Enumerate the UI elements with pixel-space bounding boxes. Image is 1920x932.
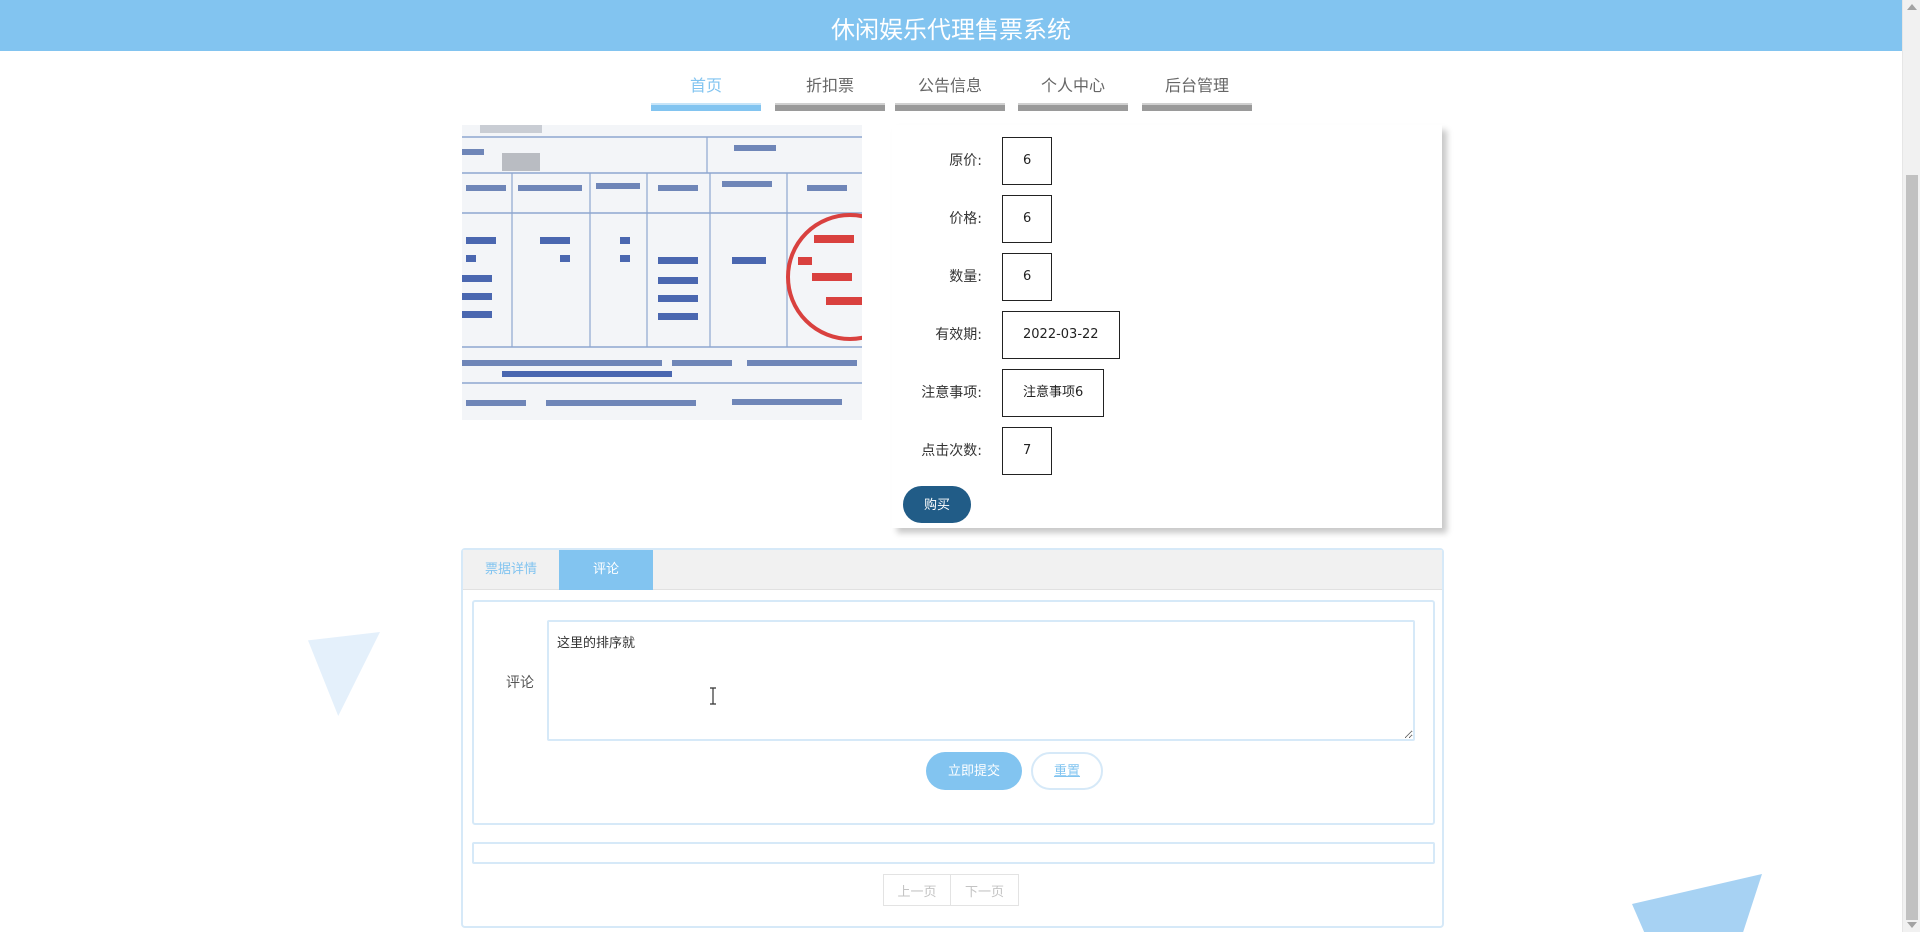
- comment-list: [472, 842, 1435, 864]
- nav-item-underline: [895, 103, 1005, 111]
- next-page-button[interactable]: 下一页: [951, 874, 1019, 906]
- comment-label: 评论: [506, 675, 534, 691]
- nav-item-announcements[interactable]: 公告信息: [895, 71, 1005, 111]
- field-value: 2022-03-22: [1002, 311, 1120, 359]
- page-viewport: 休闲娱乐代理售票系统 首页 折扣票 公告信息 个人中心 后台管理 原价: 6 价…: [0, 0, 1902, 932]
- nav-item-label: 后台管理: [1164, 76, 1229, 95]
- field-quantity: 数量: 6: [892, 253, 1442, 301]
- field-validity: 有效期: 2022-03-22: [892, 311, 1442, 359]
- nav-item-label: 公告信息: [917, 76, 982, 95]
- comment-textarea[interactable]: 这里的排序就: [547, 620, 1415, 741]
- vertical-scrollbar[interactable]: [1902, 0, 1920, 932]
- nav-item-label: 首页: [689, 76, 722, 95]
- field-label: 原价:: [949, 153, 982, 169]
- nav-item-underline: [1142, 103, 1252, 111]
- ticket-info-panel: 原价: 6 价格: 6 数量: 6 有效期: 2022-03-22 注意事项: …: [892, 125, 1442, 528]
- scroll-down-arrow-icon[interactable]: [1907, 922, 1917, 928]
- nav-item-personal-center[interactable]: 个人中心: [1018, 71, 1128, 111]
- nav-item-admin[interactable]: 后台管理: [1142, 71, 1252, 111]
- scroll-up-arrow-icon[interactable]: [1907, 4, 1917, 10]
- field-label: 数量:: [949, 269, 982, 285]
- main-nav: 首页 折扣票 公告信息 个人中心 后台管理: [0, 51, 1902, 125]
- nav-item-underline: [1018, 103, 1128, 111]
- buy-button[interactable]: 购买: [903, 486, 971, 523]
- field-value: 6: [1002, 137, 1053, 185]
- comment-form: 评论 这里的排序就 立即提交 重置: [472, 600, 1435, 825]
- submit-button[interactable]: 立即提交: [926, 752, 1022, 790]
- field-value: 6: [1002, 195, 1053, 243]
- field-value: 注意事项6: [1002, 369, 1105, 417]
- field-original-price: 原价: 6: [892, 137, 1442, 185]
- nav-item-underline: [775, 103, 885, 111]
- nav-item-discount-tickets[interactable]: 折扣票: [775, 71, 885, 111]
- reset-button[interactable]: 重置: [1031, 752, 1103, 790]
- field-label: 注意事项:: [921, 385, 982, 401]
- site-header: 休闲娱乐代理售票系统: [0, 0, 1902, 51]
- pagination: 上一页 下一页: [883, 874, 1019, 906]
- field-label: 价格:: [949, 211, 982, 227]
- tab-ticket-details[interactable]: 票据详情: [463, 550, 559, 590]
- decorative-triangle: [1632, 874, 1762, 932]
- field-value: 6: [1002, 253, 1053, 301]
- nav-item-label: 折扣票: [805, 76, 854, 95]
- detail-tabs-card: 票据详情 评论 评论 这里的排序就 立即提交 重置 上一页 下一页: [461, 548, 1444, 928]
- text-cursor-icon: [710, 687, 716, 705]
- field-notes: 注意事项: 注意事项6: [892, 369, 1442, 417]
- site-title: 休闲娱乐代理售票系统: [831, 16, 1071, 44]
- decorative-triangle: [308, 632, 380, 716]
- nav-item-label: 个人中心: [1040, 76, 1105, 95]
- nav-item-home[interactable]: 首页: [651, 71, 761, 111]
- field-click-count: 点击次数: 7: [892, 427, 1442, 475]
- ticket-image: [462, 125, 862, 420]
- field-label: 点击次数:: [921, 443, 982, 459]
- tab-bar: 票据详情 评论: [463, 550, 1442, 590]
- nav-item-underline: [651, 103, 761, 111]
- field-label: 有效期:: [935, 327, 982, 343]
- field-price: 价格: 6: [892, 195, 1442, 243]
- prev-page-button[interactable]: 上一页: [883, 874, 951, 906]
- field-value: 7: [1002, 427, 1053, 475]
- tab-comments[interactable]: 评论: [559, 550, 653, 590]
- scrollbar-thumb[interactable]: [1906, 175, 1918, 920]
